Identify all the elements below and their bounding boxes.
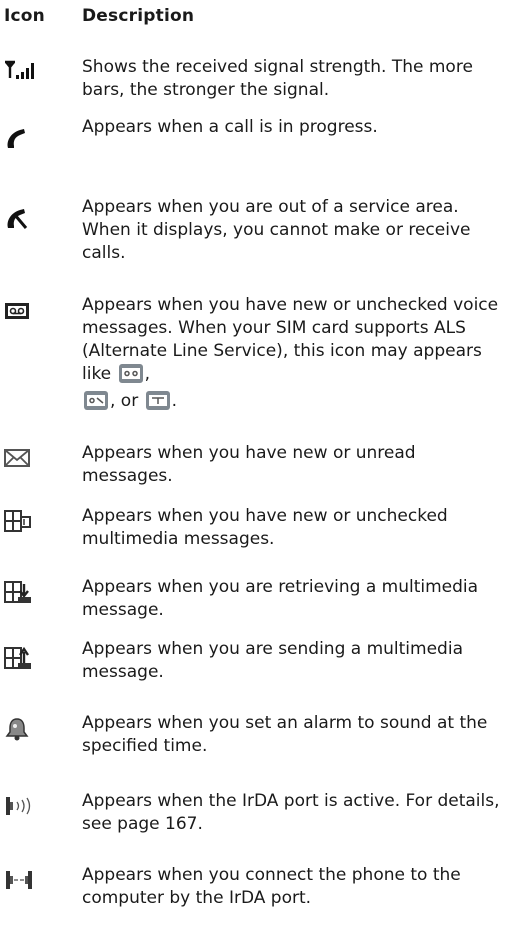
envelope-icon (4, 448, 44, 478)
call-in-progress-icon (4, 126, 44, 156)
separator-comma: , (144, 364, 150, 384)
row-description: Appears when a call is in progress. (82, 117, 378, 137)
signal-strength-icon (4, 60, 44, 90)
row-description: Appears when you have new or unread mess… (82, 443, 416, 486)
row-description: Appears when you are sending a multimedi… (82, 639, 463, 682)
row-description: Appears when you have new or unchecked v… (82, 294, 500, 417)
row-description: Appears when the IrDA port is active. Fo… (82, 791, 500, 834)
voicemail-line2-icon (84, 391, 108, 417)
row-description: Appears when you are out of a service ar… (82, 197, 471, 263)
row-description: Appears when you are retrieving a multim… (82, 577, 479, 620)
icon-column-header: Icon (4, 6, 45, 26)
voicemail-line1-icon (118, 364, 143, 390)
description-column-header: Description (82, 6, 195, 26)
alarm-icon (4, 716, 44, 746)
row-description: Appears when you set an alarm to sound a… (82, 713, 488, 756)
irda-active-icon (4, 794, 44, 824)
voicemail-line3-icon (145, 391, 170, 417)
mms-sending-icon (4, 646, 44, 676)
no-service-icon (4, 206, 44, 236)
row-description: Appears when you connect the phone to th… (82, 865, 461, 908)
separator-or: , or (110, 391, 139, 411)
row-description: Shows the received signal strength. The … (82, 57, 473, 100)
row-description: Appears when you have new or unchecked m… (82, 506, 448, 549)
multimedia-message-icon (4, 509, 44, 539)
irda-connected-icon (4, 868, 44, 898)
separator-period: . (171, 391, 178, 411)
mms-retrieving-icon (4, 580, 44, 610)
voicemail-icon (4, 302, 44, 332)
